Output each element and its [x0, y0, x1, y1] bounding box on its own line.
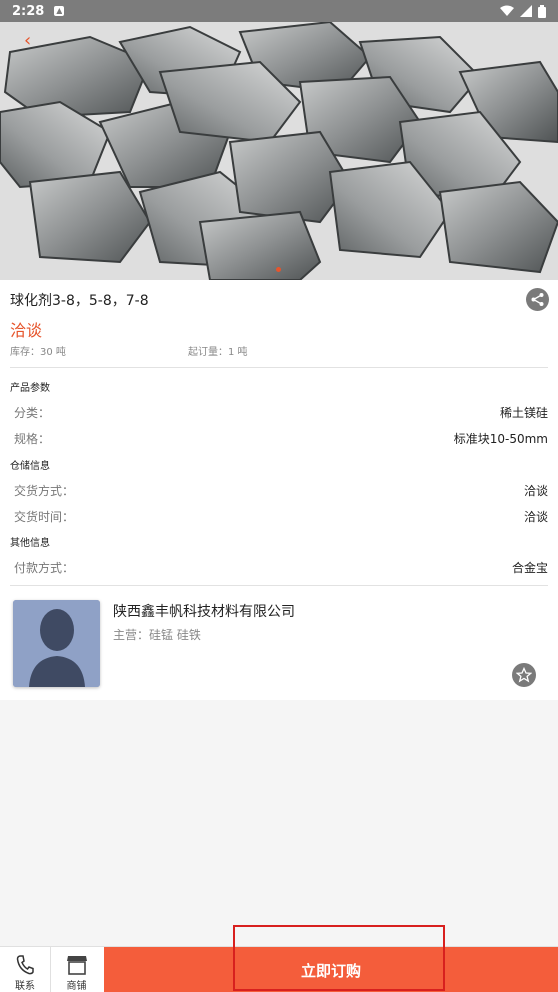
status-time: 2:28: [12, 3, 45, 19]
company-main-products: 主营：硅锰 硅铁: [113, 628, 201, 642]
stock-text: 库存：30 吨: [10, 347, 66, 358]
storage-label: 交货方式：: [14, 484, 75, 498]
product-title: 球化剂3-8，5-8，7-8: [10, 293, 149, 309]
param-label: 规格：: [14, 432, 51, 446]
buy-now-button[interactable]: 立即订购: [104, 947, 558, 992]
product-card: 球化剂3-8，5-8，7-8 洽谈 库存：30 吨 起订量：1 吨 产品参数 分…: [0, 280, 558, 700]
shop-button[interactable]: 商铺: [51, 947, 102, 992]
min-order-text: 起订量：1 吨: [188, 347, 248, 358]
company-avatar[interactable]: [13, 600, 100, 687]
wifi-icon: [500, 5, 514, 16]
screen: 2:28 ‹ 球化剂3-8，5-8，7-8 洽谈 库存：30 吨 起订量：1 吨…: [0, 0, 558, 992]
avatar-silhouette-icon: [13, 600, 100, 687]
storage-value: 洽谈: [523, 510, 548, 524]
contact-label: 联系: [15, 981, 35, 992]
product-price: 洽谈: [10, 321, 43, 340]
storage-label: 交货时间：: [14, 510, 75, 524]
divider: [10, 585, 548, 586]
divider: [10, 367, 548, 368]
phone-icon: [16, 955, 34, 975]
bottom-action-bar: 联系 商铺 立即订购: [0, 946, 558, 992]
carousel-indicator: [276, 267, 281, 272]
notification-icon: [54, 6, 65, 16]
param-value: 标准块10-50mm: [453, 432, 548, 446]
param-label: 分类：: [14, 406, 51, 420]
storage-value: 洽谈: [523, 484, 548, 498]
other-label: 付款方式：: [14, 561, 75, 575]
back-arrow-icon[interactable]: ‹: [24, 30, 31, 51]
battery-icon: [538, 4, 546, 18]
favorite-button[interactable]: [512, 663, 536, 687]
shop-label: 商铺: [66, 981, 87, 992]
storage-header: 仓储信息: [10, 461, 50, 472]
signal-icon: [520, 5, 532, 17]
param-value: 稀土镁硅: [499, 406, 548, 420]
other-header: 其他信息: [10, 538, 50, 549]
company-name[interactable]: 陕西鑫丰帆科技材料有限公司: [113, 601, 295, 621]
share-icon: [531, 293, 544, 306]
params-header: 产品参数: [10, 383, 50, 394]
share-button[interactable]: [526, 288, 549, 311]
product-image[interactable]: ‹: [0, 22, 558, 280]
other-value: 合金宝: [511, 561, 548, 575]
ferroalloy-rocks-image: [0, 22, 558, 280]
status-icons: [500, 4, 546, 18]
status-bar: 2:28: [0, 0, 558, 22]
star-icon: [516, 667, 532, 683]
contact-button[interactable]: 联系: [0, 947, 51, 992]
shop-icon: [66, 956, 87, 975]
